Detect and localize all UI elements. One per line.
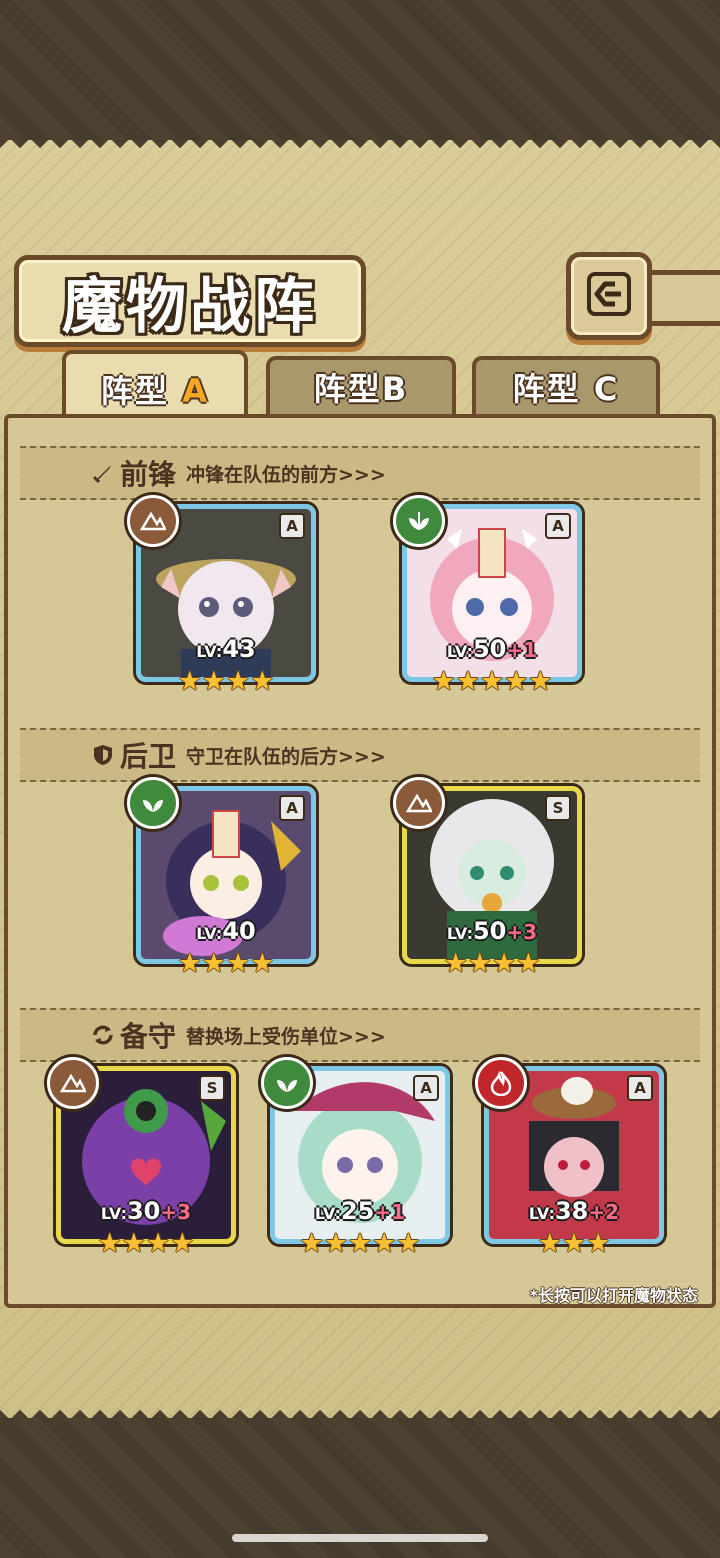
earth-element-icon bbox=[127, 495, 179, 547]
back-arrow-icon bbox=[585, 270, 633, 322]
rank-badge: A bbox=[279, 795, 305, 821]
level-label: LV:25+1 bbox=[314, 1197, 406, 1225]
rank-badge: A bbox=[627, 1075, 653, 1101]
unit-card-reserve-1[interactable]: S LV:30+3 ★★★★ bbox=[47, 1057, 236, 1257]
earth-element-icon bbox=[393, 777, 445, 829]
wood-element-icon bbox=[127, 777, 179, 829]
tab-c-label: 阵型 bbox=[512, 370, 581, 408]
rank-badge: A bbox=[279, 513, 305, 539]
long-press-hint: *长按可以打开魔物状态 bbox=[529, 1286, 698, 1305]
page-title: 魔物战阵 bbox=[62, 271, 318, 342]
back-button[interactable] bbox=[566, 252, 652, 340]
star-rating: ★★★★ bbox=[97, 1228, 195, 1259]
tab-c-letter: C bbox=[593, 370, 620, 408]
rank-badge: S bbox=[199, 1075, 225, 1101]
torn-edge-bottom bbox=[0, 1404, 720, 1418]
section-desc-back: 守卫在队伍的后方>>> bbox=[186, 745, 386, 768]
level-label: LV:43 bbox=[196, 635, 256, 663]
star-rating: ★★★★★ bbox=[431, 666, 553, 697]
fire-element-icon bbox=[475, 1057, 527, 1109]
star-rating: ★★★★ bbox=[177, 948, 275, 979]
torn-edge-top bbox=[0, 140, 720, 154]
level-label: LV:50+1 bbox=[446, 635, 538, 663]
tab-b-label: 阵型 bbox=[313, 370, 382, 408]
level-label: LV:30+3 bbox=[100, 1197, 192, 1225]
section-header-front: 前锋 冲锋在队伍的前方>>> bbox=[20, 446, 700, 500]
star-rating: ★★★★ bbox=[177, 666, 275, 697]
unit-card-front-2[interactable]: A LV:50+1 ★★★★★ bbox=[393, 495, 582, 695]
tab-a-label: 阵型 bbox=[101, 372, 170, 410]
level-label: LV:38+2 bbox=[528, 1197, 620, 1225]
section-desc-reserve: 替换场上受伤单位>>> bbox=[186, 1025, 386, 1048]
shield-icon bbox=[90, 742, 116, 768]
section-title-back: 后卫 bbox=[120, 740, 177, 773]
star-rating: ★★★★★ bbox=[299, 1228, 421, 1259]
tab-formation-a[interactable]: 阵型 A bbox=[62, 350, 248, 424]
tab-formation-b[interactable]: 阵型B bbox=[266, 356, 456, 414]
swap-icon bbox=[90, 1022, 116, 1048]
rank-badge: S bbox=[545, 795, 571, 821]
section-title-reserve: 备守 bbox=[120, 1020, 177, 1053]
home-indicator[interactable] bbox=[232, 1534, 488, 1542]
star-rating: ★★★★ bbox=[443, 948, 541, 979]
unit-card-reserve-2[interactable]: A LV:25+1 ★★★★★ bbox=[261, 1057, 450, 1257]
unit-card-back-1[interactable]: A LV:40 ★★★★ bbox=[127, 777, 316, 977]
section-desc-front: 冲锋在队伍的前方>>> bbox=[186, 463, 386, 486]
unit-card-reserve-3[interactable]: A LV:38+2 ★★★ bbox=[475, 1057, 664, 1257]
tab-formation-c[interactable]: 阵型 C bbox=[472, 356, 660, 414]
top-background bbox=[0, 0, 720, 140]
page-title-plate: 魔物战阵 bbox=[14, 255, 366, 347]
rank-badge: A bbox=[545, 513, 571, 539]
level-label: LV:50+3 bbox=[446, 917, 538, 945]
section-header-back: 后卫 守卫在队伍的后方>>> bbox=[20, 728, 700, 782]
rank-badge: A bbox=[413, 1075, 439, 1101]
wood-element-icon bbox=[261, 1057, 313, 1109]
back-rail bbox=[642, 270, 720, 326]
unit-card-front-1[interactable]: A LV:43 ★★★★ bbox=[127, 495, 316, 695]
wood-element-icon bbox=[393, 495, 445, 547]
tab-a-letter: A bbox=[182, 372, 209, 410]
unit-card-back-2[interactable]: S LV:50+3 ★★★★ bbox=[393, 777, 582, 977]
earth-element-icon bbox=[47, 1057, 99, 1109]
star-rating: ★★★ bbox=[537, 1228, 611, 1259]
section-title-front: 前锋 bbox=[120, 458, 177, 491]
tab-b-letter: B bbox=[381, 370, 409, 408]
sword-icon bbox=[90, 460, 116, 486]
section-header-reserve: 备守 替换场上受伤单位>>> bbox=[20, 1008, 700, 1062]
level-label: LV:40 bbox=[196, 917, 256, 945]
